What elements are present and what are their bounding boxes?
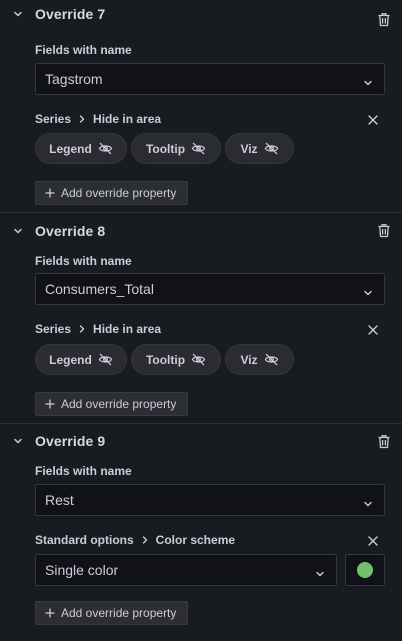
property-path: Standard options Color scheme: [35, 533, 235, 547]
close-icon[interactable]: [367, 113, 379, 125]
field-name-select[interactable]: Rest: [35, 484, 385, 516]
toggle-legend[interactable]: Legend: [35, 344, 127, 375]
override-header[interactable]: Override 7: [0, 0, 402, 28]
color-swatch: [357, 562, 373, 578]
property-category: Series: [35, 112, 72, 126]
eye-slash-icon: [98, 353, 113, 366]
chevron-right-icon: [140, 535, 150, 545]
chevron-down-icon[interactable]: [11, 434, 25, 448]
chevron-down-icon: [363, 75, 373, 86]
close-icon[interactable]: [367, 323, 379, 335]
eye-slash-icon: [98, 142, 113, 155]
toggle-tooltip[interactable]: Tooltip: [131, 344, 221, 375]
add-override-label: Add override property: [61, 606, 177, 620]
chevron-right-icon: [77, 324, 87, 334]
eye-slash-icon: [264, 353, 278, 366]
pill-label: Viz: [240, 352, 258, 367]
eye-slash-icon: [264, 142, 278, 155]
plus-icon: [45, 188, 55, 198]
toggle-tooltip[interactable]: Tooltip: [131, 133, 221, 164]
override-title: Override 9: [35, 433, 106, 449]
plus-icon: [45, 399, 55, 409]
override-title: Override 8: [35, 223, 106, 239]
property-path: Series Hide in area: [35, 112, 161, 126]
close-icon[interactable]: [367, 534, 379, 546]
add-override-property-button[interactable]: Add override property: [35, 601, 188, 625]
field-name-value: Tagstrom: [45, 71, 103, 87]
override-title: Override 7: [35, 6, 106, 22]
property-name: Hide in area: [93, 322, 162, 336]
chevron-down-icon[interactable]: [11, 224, 25, 238]
add-override-property-button[interactable]: Add override property: [35, 181, 188, 205]
pill-label: Legend: [49, 141, 92, 156]
toggle-viz[interactable]: Viz: [225, 344, 294, 375]
trash-icon[interactable]: [377, 434, 393, 450]
add-override-property-button[interactable]: Add override property: [35, 392, 188, 416]
eye-slash-icon: [191, 353, 206, 366]
property-path: Series Hide in area: [35, 322, 161, 336]
pill-label: Tooltip: [145, 352, 186, 367]
eye-slash-icon: [191, 142, 206, 155]
override-9: Override 9 Fields with name Rest Standar…: [0, 424, 402, 641]
chevron-down-icon: [315, 566, 325, 577]
trash-icon[interactable]: [377, 12, 393, 28]
chevron-right-icon: [77, 114, 87, 124]
matcher-label: Fields with name: [35, 43, 132, 57]
override-7: Override 7 Fields with name Tagstrom Ser…: [0, 0, 402, 213]
chevron-down-icon: [363, 285, 373, 296]
chevron-down-icon: [363, 496, 373, 507]
color-picker-button[interactable]: [345, 554, 385, 586]
property-name: Color scheme: [155, 533, 236, 547]
color-mode-value: Single color: [45, 562, 119, 578]
property-category: Series: [35, 322, 72, 336]
add-override-label: Add override property: [61, 397, 177, 411]
chevron-down-icon[interactable]: [11, 7, 25, 21]
field-name-value: Rest: [45, 492, 74, 508]
override-header[interactable]: Override 8: [0, 217, 402, 245]
pill-label: Viz: [240, 141, 258, 156]
trash-icon[interactable]: [377, 223, 393, 239]
pill-label: Legend: [49, 352, 92, 367]
property-category: Standard options: [35, 533, 134, 547]
matcher-label: Fields with name: [35, 464, 132, 478]
color-mode-select[interactable]: Single color: [35, 554, 337, 586]
add-override-label: Add override property: [61, 186, 177, 200]
pill-label: Tooltip: [145, 141, 186, 156]
field-name-select[interactable]: Tagstrom: [35, 63, 385, 95]
override-header[interactable]: Override 9: [0, 427, 402, 455]
plus-icon: [45, 608, 55, 618]
property-name: Hide in area: [93, 112, 162, 126]
matcher-label: Fields with name: [35, 254, 132, 268]
field-name-select[interactable]: Consumers_Total: [35, 273, 385, 305]
field-name-value: Consumers_Total: [45, 281, 154, 297]
toggle-viz[interactable]: Viz: [225, 133, 294, 164]
toggle-legend[interactable]: Legend: [35, 133, 127, 164]
override-8: Override 8 Fields with name Consumers_To…: [0, 213, 402, 424]
